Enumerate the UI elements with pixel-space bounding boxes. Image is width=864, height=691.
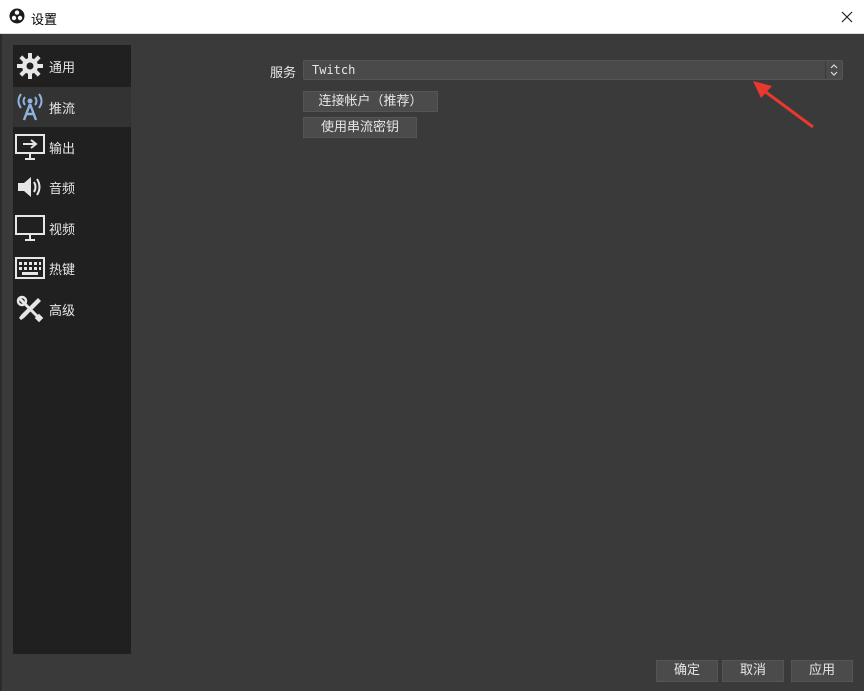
sidebar-item-label: 输出 [49, 141, 76, 157]
monitor-icon [15, 213, 45, 243]
sidebar-item-label: 高级 [49, 303, 76, 319]
sidebar-item-stream[interactable]: 推流 [13, 87, 131, 127]
settings-sidebar: 通用 推流 输出 音频 视频 热键 高级 [13, 45, 131, 654]
sidebar-item-advanced[interactable]: 高级 [13, 289, 131, 329]
updown-arrows-icon [825, 61, 842, 79]
connect-account-button[interactable]: 连接帐户（推荐） [303, 91, 438, 112]
speaker-icon [15, 172, 45, 202]
sidebar-item-label: 视频 [49, 222, 76, 238]
sidebar-item-audio[interactable]: 音频 [13, 167, 131, 207]
obs-logo-icon [9, 8, 25, 24]
annotation-arrow-icon [753, 81, 814, 129]
tools-icon [15, 294, 45, 324]
sidebar-item-label: 通用 [49, 60, 76, 76]
title-bar: 设置 [0, 0, 864, 34]
monitor-output-icon [15, 132, 45, 162]
broadcast-antenna-icon [15, 92, 45, 122]
sidebar-item-output[interactable]: 输出 [13, 127, 131, 167]
sidebar-item-label: 热键 [49, 262, 76, 278]
sidebar-item-general[interactable]: 通用 [13, 46, 131, 86]
gear-icon [15, 51, 45, 81]
apply-button[interactable]: 应用 [791, 660, 853, 682]
use-stream-key-button[interactable]: 使用串流密钥 [303, 117, 417, 138]
service-label: 服务 [270, 66, 297, 81]
close-icon [841, 11, 853, 23]
close-button[interactable] [830, 0, 864, 34]
cancel-button[interactable]: 取消 [722, 660, 784, 682]
ok-button[interactable]: 确定 [656, 660, 718, 682]
service-value: Twitch [312, 63, 356, 77]
sidebar-item-hotkeys[interactable]: 热键 [13, 248, 131, 288]
window-left-edge [0, 34, 2, 691]
sidebar-item-label: 音频 [49, 181, 76, 197]
keyboard-icon [15, 253, 45, 283]
sidebar-item-video[interactable]: 视频 [13, 208, 131, 248]
window-title: 设置 [31, 13, 58, 28]
sidebar-item-label: 推流 [49, 101, 76, 117]
